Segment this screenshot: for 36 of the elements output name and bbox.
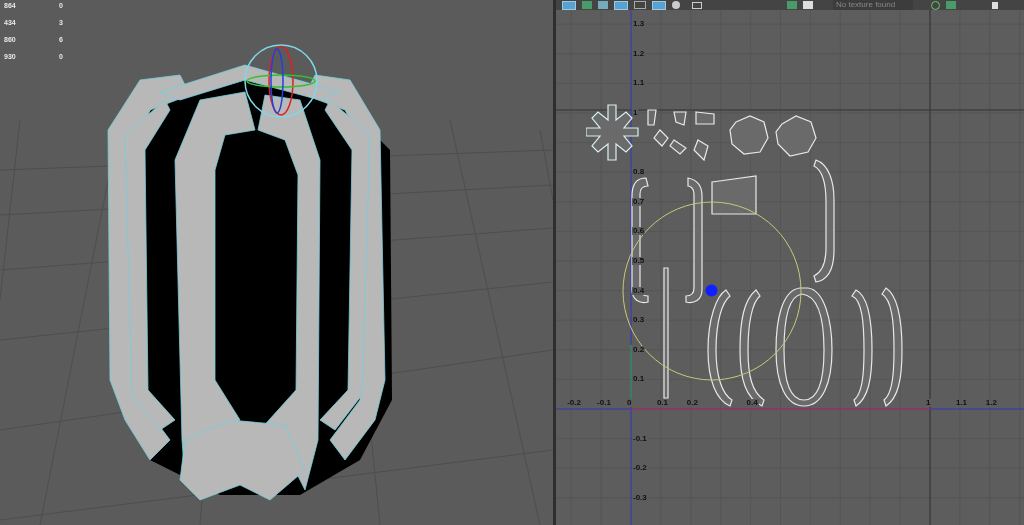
uv-shell bbox=[586, 104, 639, 161]
v-tick-label: -0.1 bbox=[632, 434, 648, 443]
pivot-dot-icon bbox=[705, 284, 718, 297]
v-tick-label: 1.3 bbox=[632, 20, 646, 29]
u-tick-label: 0.2 bbox=[685, 399, 699, 407]
v-tick-label: 1 bbox=[632, 109, 639, 117]
v-tick-label: 0.3 bbox=[632, 316, 646, 325]
grid-icon[interactable] bbox=[652, 0, 666, 10]
v-tick-label: 0.7 bbox=[632, 197, 646, 206]
u-tick-label: 0.1 bbox=[655, 399, 669, 407]
u-tick-label: 0 bbox=[626, 399, 633, 407]
u-tick-label: -0.2 bbox=[566, 399, 582, 407]
uv-shell bbox=[775, 115, 817, 157]
v-tick-label: 0.6 bbox=[632, 227, 646, 236]
uv-shell bbox=[729, 115, 769, 155]
u-tick-label: -0.1 bbox=[596, 399, 612, 407]
v-tick-label: 0.8 bbox=[632, 168, 646, 177]
layout-icon[interactable] bbox=[562, 0, 576, 10]
v-tick-label: 1.2 bbox=[632, 49, 646, 58]
u-tick-label: 1.1 bbox=[954, 399, 968, 407]
v-tick-label: 1.1 bbox=[632, 79, 646, 88]
v-tick-label: 0.5 bbox=[632, 257, 646, 265]
v-tick-label: 0.4 bbox=[632, 286, 646, 295]
checker-icon[interactable] bbox=[803, 1, 813, 9]
v-tick-label: -0.3 bbox=[632, 493, 648, 502]
v-tick-label: 0.2 bbox=[632, 345, 646, 354]
grid-icon[interactable] bbox=[634, 1, 646, 9]
u-tick-label: 1 bbox=[925, 399, 932, 407]
u-tick-label: 0.4 bbox=[745, 399, 759, 407]
uv-shell bbox=[647, 109, 715, 162]
v-tick-label: 0.1 bbox=[632, 375, 646, 384]
grid-icon[interactable] bbox=[614, 0, 628, 10]
uv-shell bbox=[711, 175, 757, 215]
v-tick-label: -0.2 bbox=[632, 464, 648, 473]
u-tick-label: 1.2 bbox=[984, 399, 998, 407]
texture-status-field: No texture found bbox=[833, 0, 913, 10]
